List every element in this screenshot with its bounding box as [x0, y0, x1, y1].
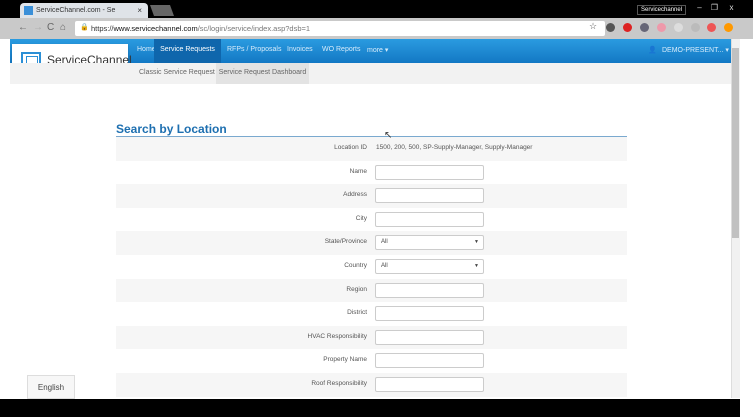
- roof-responsibility-input[interactable]: [375, 377, 484, 392]
- close-window-icon[interactable]: x: [724, 3, 739, 12]
- form-row: Country All ▼: [116, 255, 627, 279]
- favicon-icon: [24, 6, 33, 15]
- nav-invoices[interactable]: Invoices: [287, 46, 313, 53]
- form-row: Property Name: [116, 349, 627, 373]
- forward-icon[interactable]: →: [33, 22, 43, 33]
- url-input[interactable]: 🔒 https://www.servicechannel.com/sc/login…: [75, 21, 605, 36]
- caret-down-icon: ▼: [474, 239, 479, 246]
- extension-icon[interactable]: [606, 23, 615, 32]
- form-row: City: [116, 208, 627, 232]
- field-label: City: [355, 214, 367, 222]
- bookmark-star-icon[interactable]: ☆: [589, 21, 597, 32]
- name-input[interactable]: [375, 164, 484, 180]
- form-row: Name: [116, 161, 627, 185]
- field-label: Roof Responsibility: [311, 380, 367, 387]
- minimize-icon[interactable]: –: [692, 3, 707, 12]
- reload-icon[interactable]: C: [47, 22, 54, 33]
- hvac-responsibility-input[interactable]: [375, 329, 484, 345]
- field-label: Name: [349, 167, 367, 175]
- nav-service-requests[interactable]: Service Requests: [154, 39, 221, 63]
- subnav-classic-service-request[interactable]: Classic Service Request: [139, 69, 215, 76]
- mouse-cursor-icon: ↖: [384, 130, 393, 141]
- profile-name[interactable]: Servicechannel: [637, 5, 687, 15]
- subnav-service-request-dashboard[interactable]: Service Request Dashboard: [216, 63, 309, 84]
- field-label: Region: [346, 285, 367, 293]
- close-tab-icon[interactable]: ×: [137, 6, 142, 15]
- form-row: Region: [116, 278, 627, 303]
- taskbar: [0, 399, 740, 417]
- select-value: All: [381, 263, 388, 269]
- sub-nav: [10, 63, 731, 84]
- address-input[interactable]: [375, 188, 484, 204]
- form-row: HVAC Responsibility: [116, 325, 627, 350]
- city-input[interactable]: [375, 211, 484, 227]
- field-label: Country: [344, 262, 367, 269]
- extension-icon[interactable]: [724, 23, 733, 32]
- location-id-value: 1500, 200, 500, SP-Supply-Manager, Suppl…: [376, 144, 533, 151]
- form-row: District: [116, 302, 627, 326]
- section-title: Search by Location: [116, 122, 227, 136]
- nav-more-label: more: [367, 47, 383, 54]
- lock-icon: 🔒: [80, 24, 89, 31]
- state-province-select[interactable]: All ▼: [375, 235, 484, 251]
- field-label: Address: [343, 191, 367, 199]
- language-button[interactable]: English: [27, 375, 75, 399]
- restore-icon[interactable]: ❐: [707, 3, 722, 12]
- user-menu[interactable]: DEMO-PRESENT... ▾: [662, 46, 729, 54]
- nav-more[interactable]: more ▾: [367, 46, 388, 54]
- district-input[interactable]: [375, 306, 484, 322]
- field-label: State/Province: [324, 238, 367, 246]
- field-label: Location ID: [334, 144, 367, 151]
- user-icon: 👤: [648, 47, 657, 54]
- field-label: Property Name: [323, 356, 367, 364]
- back-icon[interactable]: ←: [18, 22, 28, 33]
- property-name-input[interactable]: [375, 353, 484, 369]
- home-icon[interactable]: ⌂: [60, 22, 66, 33]
- tab-title: ServiceChannel.com - Se: [36, 7, 116, 14]
- caret-down-icon: ▼: [474, 263, 479, 269]
- pocket-icon[interactable]: [640, 23, 649, 32]
- url-scheme: https://: [91, 24, 114, 33]
- nav-rfps[interactable]: RFPs / Proposals: [227, 46, 281, 53]
- extension-icon[interactable]: [691, 23, 700, 32]
- region-input[interactable]: [375, 282, 484, 298]
- extension-icon[interactable]: [657, 23, 666, 32]
- form-row: State/Province All ▼: [116, 231, 627, 255]
- url-domain: www.servicechannel.com: [113, 24, 198, 33]
- new-tab-button[interactable]: [149, 5, 175, 16]
- extension-icon[interactable]: [674, 23, 683, 32]
- browser-tab[interactable]: ServiceChannel.com - Se ×: [20, 3, 148, 18]
- nav-wo-reports[interactable]: WO Reports: [322, 46, 361, 53]
- form-row: Roof Responsibility: [116, 373, 627, 397]
- adblock-icon[interactable]: [623, 23, 632, 32]
- field-label: District: [347, 309, 367, 317]
- url-path: /sc/login/service/index.asp?dsb=1: [197, 24, 311, 33]
- country-select[interactable]: All ▼: [375, 259, 484, 274]
- location-id-row: Location ID 1500, 200, 500, SP-Supply-Ma…: [116, 137, 627, 161]
- user-name: DEMO-PRESENT...: [662, 47, 724, 54]
- scrollbar-thumb[interactable]: [732, 48, 739, 238]
- nav-home[interactable]: Home: [137, 46, 156, 53]
- extension-icon[interactable]: [707, 23, 716, 32]
- select-value: All: [381, 239, 388, 246]
- field-label: HVAC Responsibility: [307, 332, 367, 340]
- form-row: Address: [116, 184, 627, 208]
